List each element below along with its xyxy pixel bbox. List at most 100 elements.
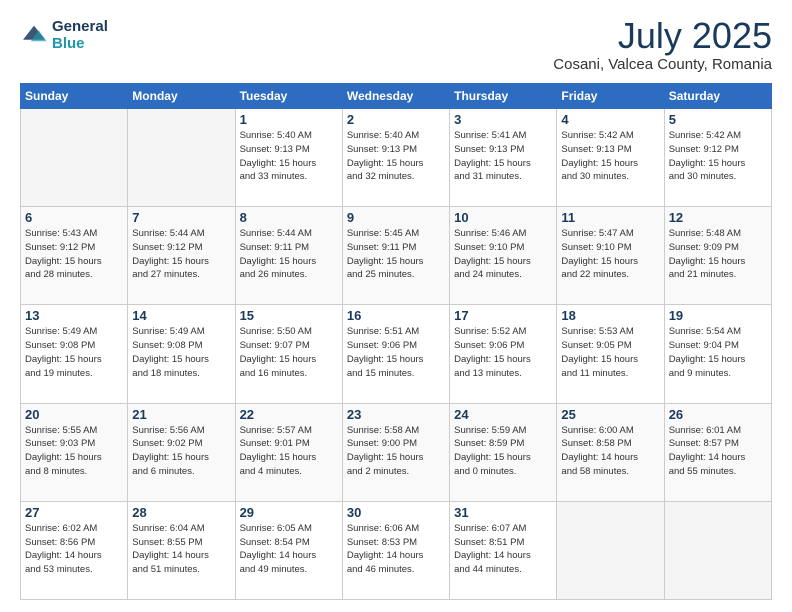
day-number: 15 (240, 308, 338, 323)
col-wednesday: Wednesday (342, 84, 449, 109)
day-info: Sunrise: 6:02 AM Sunset: 8:56 PM Dayligh… (25, 522, 123, 577)
day-number: 10 (454, 210, 552, 225)
day-number: 31 (454, 505, 552, 520)
day-number: 1 (240, 112, 338, 127)
day-number: 27 (25, 505, 123, 520)
calendar-cell: 2 Sunrise: 5:40 AM Sunset: 9:13 PM Daylig… (342, 109, 449, 207)
calendar-cell: 10Sunrise: 5:46 AM Sunset: 9:10 PM Dayli… (450, 207, 557, 305)
col-saturday: Saturday (664, 84, 771, 109)
calendar-week-1: 1 Sunrise: 5:40 AM Sunset: 9:13 PM Daylig… (21, 109, 772, 207)
calendar-cell (664, 501, 771, 599)
calendar-week-4: 20 Sunrise: 5:55 AM Sunset: 9:03 PM Dayli… (21, 403, 772, 501)
day-number: 12 (669, 210, 767, 225)
day-number: 20 (25, 407, 123, 422)
calendar-cell: 28 Sunrise: 6:04 AM Sunset: 8:55 PM Dayli… (128, 501, 235, 599)
day-info: Sunrise: 5:49 AM Sunset: 9:08 PM Dayligh… (132, 325, 230, 380)
day-info: Sunrise: 5:50 AM Sunset: 9:07 PM Dayligh… (240, 325, 338, 380)
header: General Blue July 2025 Cosani, Valcea Co… (20, 18, 772, 73)
calendar-cell (21, 109, 128, 207)
calendar-cell: 6 Sunrise: 5:43 AM Sunset: 9:12 PM Daylig… (21, 207, 128, 305)
day-number: 6 (25, 210, 123, 225)
calendar-week-2: 6 Sunrise: 5:43 AM Sunset: 9:12 PM Daylig… (21, 207, 772, 305)
day-number: 2 (347, 112, 445, 127)
title-block: July 2025 Cosani, Valcea County, Romania (553, 18, 772, 73)
day-info: Sunrise: 5:49 AM Sunset: 9:08 PM Dayligh… (25, 325, 123, 380)
day-number: 14 (132, 308, 230, 323)
day-info: Sunrise: 5:54 AM Sunset: 9:04 PM Dayligh… (669, 325, 767, 380)
calendar-cell: 1Sunrise: 5:40 AM Sunset: 9:13 PM Daylig… (235, 109, 342, 207)
day-number: 8 (240, 210, 338, 225)
page: General Blue July 2025 Cosani, Valcea Co… (0, 0, 792, 612)
calendar-cell: 18Sunrise: 5:53 AM Sunset: 9:05 PM Dayli… (557, 305, 664, 403)
day-number: 16 (347, 308, 445, 323)
day-info: Sunrise: 5:51 AM Sunset: 9:06 PM Dayligh… (347, 325, 445, 380)
day-number: 25 (561, 407, 659, 422)
day-number: 29 (240, 505, 338, 520)
logo-text: General Blue (52, 18, 108, 53)
day-number: 17 (454, 308, 552, 323)
calendar-cell: 5Sunrise: 5:42 AM Sunset: 9:12 PM Daylig… (664, 109, 771, 207)
calendar-cell: 26 Sunrise: 6:01 AM Sunset: 8:57 PM Dayli… (664, 403, 771, 501)
day-number: 9 (347, 210, 445, 225)
day-number: 26 (669, 407, 767, 422)
day-info: Sunrise: 5:53 AM Sunset: 9:05 PM Dayligh… (561, 325, 659, 380)
calendar-cell: 22 Sunrise: 5:57 AM Sunset: 9:01 PM Dayli… (235, 403, 342, 501)
day-info: Sunrise: 6:04 AM Sunset: 8:55 PM Dayligh… (132, 522, 230, 577)
calendar-cell: 21 Sunrise: 5:56 AM Sunset: 9:02 PM Dayli… (128, 403, 235, 501)
logo-icon (20, 24, 48, 46)
day-number: 13 (25, 308, 123, 323)
calendar-week-3: 13 Sunrise: 5:49 AM Sunset: 9:08 PM Dayli… (21, 305, 772, 403)
day-info: Sunrise: 6:01 AM Sunset: 8:57 PM Dayligh… (669, 424, 767, 479)
calendar-cell: 31Sunrise: 6:07 AM Sunset: 8:51 PM Dayli… (450, 501, 557, 599)
day-info: Sunrise: 5:59 AM Sunset: 8:59 PM Dayligh… (454, 424, 552, 479)
day-number: 4 (561, 112, 659, 127)
calendar-cell: 23 Sunrise: 5:58 AM Sunset: 9:00 PM Dayli… (342, 403, 449, 501)
day-number: 23 (347, 407, 445, 422)
calendar-cell: 30 Sunrise: 6:06 AM Sunset: 8:53 PM Dayli… (342, 501, 449, 599)
day-info: Sunrise: 6:06 AM Sunset: 8:53 PM Dayligh… (347, 522, 445, 577)
day-info: Sunrise: 5:48 AM Sunset: 9:09 PM Dayligh… (669, 227, 767, 282)
day-number: 24 (454, 407, 552, 422)
day-info: Sunrise: 5:52 AM Sunset: 9:06 PM Dayligh… (454, 325, 552, 380)
col-monday: Monday (128, 84, 235, 109)
day-info: Sunrise: 5:43 AM Sunset: 9:12 PM Dayligh… (25, 227, 123, 282)
calendar-cell: 9Sunrise: 5:45 AM Sunset: 9:11 PM Daylig… (342, 207, 449, 305)
calendar-table: Sunday Monday Tuesday Wednesday Thursday… (20, 83, 772, 600)
day-info: Sunrise: 6:00 AM Sunset: 8:58 PM Dayligh… (561, 424, 659, 479)
day-info: Sunrise: 5:57 AM Sunset: 9:01 PM Dayligh… (240, 424, 338, 479)
calendar-week-5: 27 Sunrise: 6:02 AM Sunset: 8:56 PM Dayli… (21, 501, 772, 599)
col-friday: Friday (557, 84, 664, 109)
calendar-cell: 19 Sunrise: 5:54 AM Sunset: 9:04 PM Dayli… (664, 305, 771, 403)
month-title: July 2025 (553, 18, 772, 54)
day-info: Sunrise: 5:58 AM Sunset: 9:00 PM Dayligh… (347, 424, 445, 479)
calendar-cell (128, 109, 235, 207)
logo: General Blue (20, 18, 108, 53)
calendar-cell: 12 Sunrise: 5:48 AM Sunset: 9:09 PM Dayli… (664, 207, 771, 305)
day-number: 30 (347, 505, 445, 520)
day-number: 3 (454, 112, 552, 127)
col-tuesday: Tuesday (235, 84, 342, 109)
day-info: Sunrise: 5:56 AM Sunset: 9:02 PM Dayligh… (132, 424, 230, 479)
calendar-header-row: Sunday Monday Tuesday Wednesday Thursday… (21, 84, 772, 109)
day-number: 22 (240, 407, 338, 422)
day-number: 21 (132, 407, 230, 422)
calendar-cell: 27 Sunrise: 6:02 AM Sunset: 8:56 PM Dayli… (21, 501, 128, 599)
day-info: Sunrise: 5:42 AM Sunset: 9:12 PM Dayligh… (669, 129, 767, 184)
day-info: Sunrise: 5:44 AM Sunset: 9:12 PM Dayligh… (132, 227, 230, 282)
day-number: 28 (132, 505, 230, 520)
day-info: Sunrise: 5:40 AM Sunset: 9:13 PM Dayligh… (347, 129, 445, 184)
day-info: Sunrise: 5:42 AM Sunset: 9:13 PM Dayligh… (561, 129, 659, 184)
calendar-cell: 24 Sunrise: 5:59 AM Sunset: 8:59 PM Dayli… (450, 403, 557, 501)
calendar-cell: 7Sunrise: 5:44 AM Sunset: 9:12 PM Daylig… (128, 207, 235, 305)
calendar-cell: 11Sunrise: 5:47 AM Sunset: 9:10 PM Dayli… (557, 207, 664, 305)
day-number: 19 (669, 308, 767, 323)
day-info: Sunrise: 5:47 AM Sunset: 9:10 PM Dayligh… (561, 227, 659, 282)
calendar-cell: 13 Sunrise: 5:49 AM Sunset: 9:08 PM Dayli… (21, 305, 128, 403)
day-info: Sunrise: 5:55 AM Sunset: 9:03 PM Dayligh… (25, 424, 123, 479)
calendar-cell: 3 Sunrise: 5:41 AM Sunset: 9:13 PM Daylig… (450, 109, 557, 207)
calendar-cell: 4 Sunrise: 5:42 AM Sunset: 9:13 PM Daylig… (557, 109, 664, 207)
col-thursday: Thursday (450, 84, 557, 109)
location: Cosani, Valcea County, Romania (553, 56, 772, 73)
day-info: Sunrise: 5:41 AM Sunset: 9:13 PM Dayligh… (454, 129, 552, 184)
calendar-cell: 8Sunrise: 5:44 AM Sunset: 9:11 PM Daylig… (235, 207, 342, 305)
